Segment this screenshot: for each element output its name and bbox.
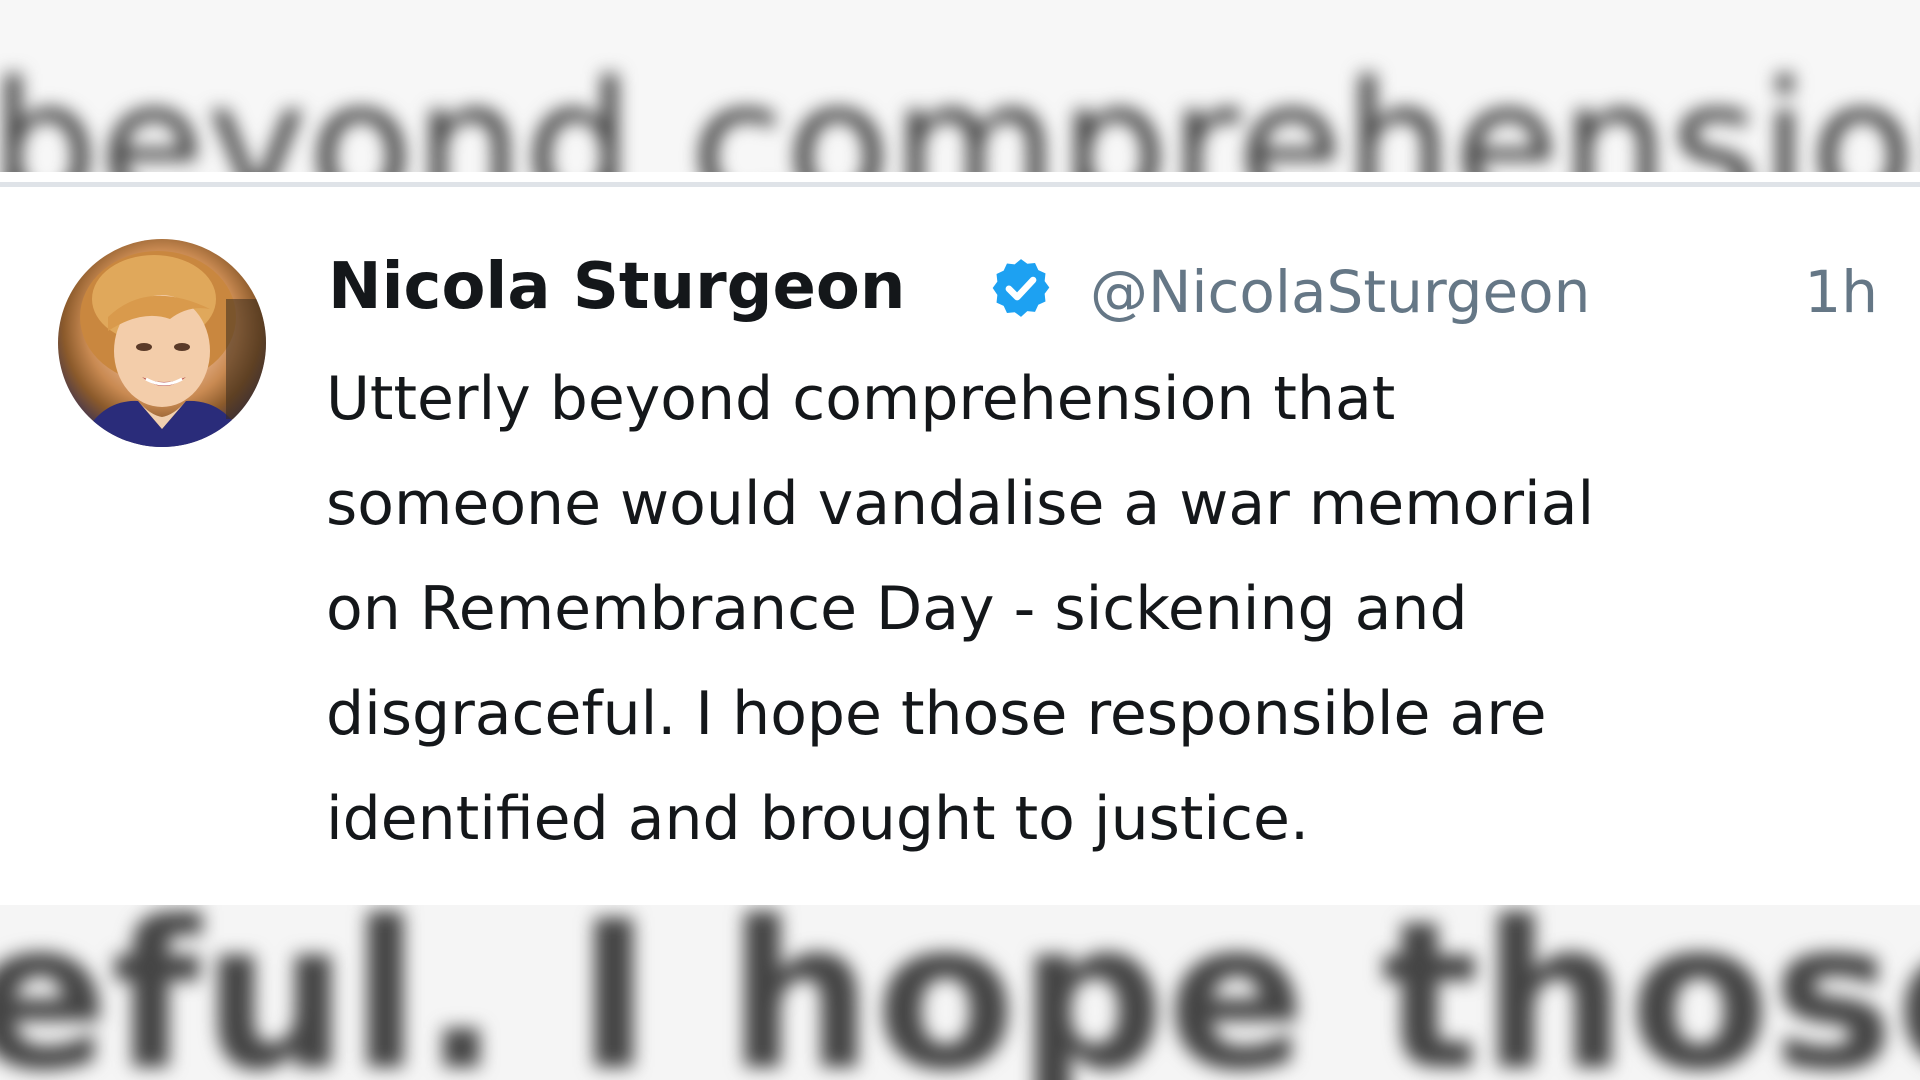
blurred-background-bottom: eful. I hope those res xyxy=(0,905,1920,1080)
tweet-text-line: Utterly beyond comprehension that xyxy=(326,364,1396,434)
avatar-photo-icon xyxy=(78,251,266,447)
timestamp[interactable]: 1h xyxy=(1804,257,1878,327)
avatar[interactable] xyxy=(58,239,266,447)
tweet-text-line: on Remembrance Day - sickening and xyxy=(326,574,1468,644)
tweet-text-line: someone would vandalise a war memorial xyxy=(326,469,1595,539)
blurred-background-text-top: beyond comprehension xyxy=(0,46,1920,172)
tweet-text: Utterly beyond comprehension that someon… xyxy=(326,347,1866,872)
tweet-text-line: disgraceful. I hope those responsible ar… xyxy=(326,679,1547,749)
blurred-background-text-bottom: eful. I hope those res xyxy=(0,905,1920,1080)
zoomed-tweet-screenshot: beyond comprehension Nicola Sturgeon @Ni… xyxy=(0,0,1920,1080)
verified-badge-icon xyxy=(992,259,1050,317)
tweet-card[interactable]: Nicola Sturgeon @NicolaSturgeon 1h Utter… xyxy=(0,187,1920,905)
display-name[interactable]: Nicola Sturgeon xyxy=(328,251,905,323)
tweet-text-line: identified and brought to justice. xyxy=(326,784,1310,854)
blurred-background-top: beyond comprehension xyxy=(0,0,1920,172)
tweet-header: Nicola Sturgeon @NicolaSturgeon 1h xyxy=(328,247,1888,327)
user-handle[interactable]: @NicolaSturgeon xyxy=(1090,257,1590,327)
